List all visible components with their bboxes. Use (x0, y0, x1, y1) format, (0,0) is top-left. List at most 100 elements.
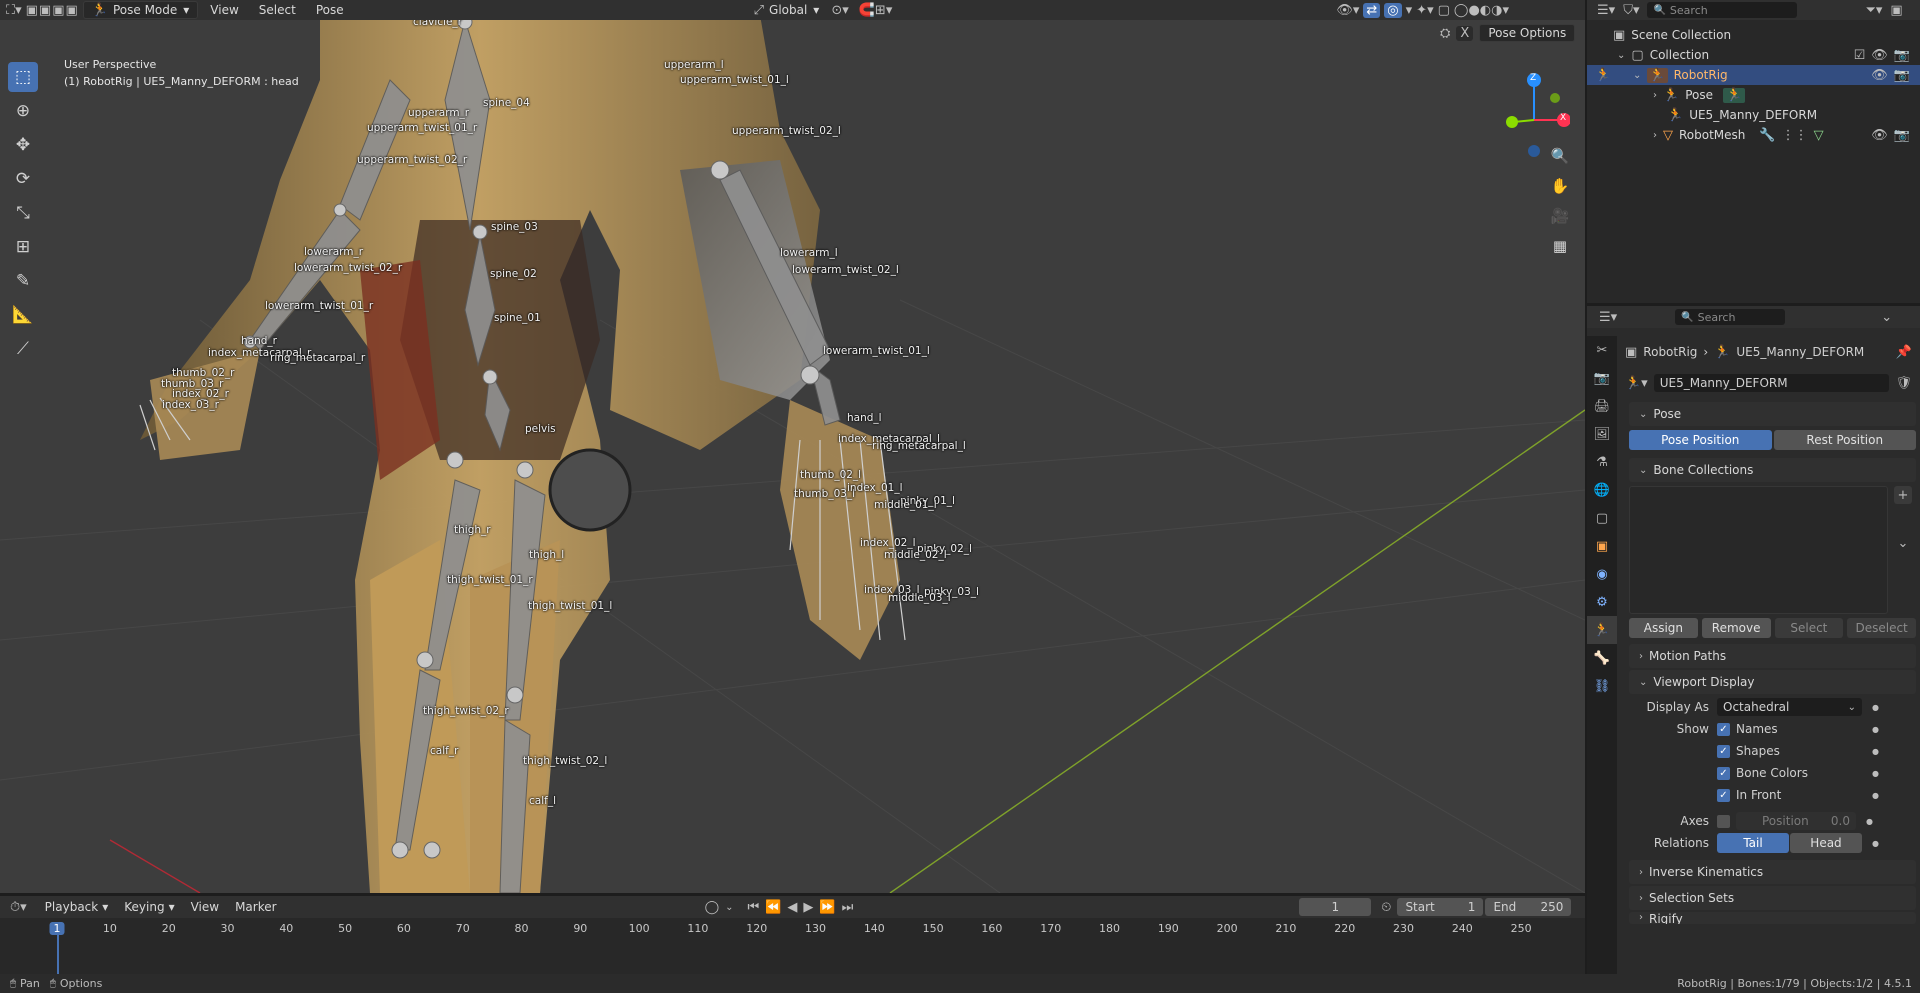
world-tab-icon[interactable]: 🌐 (1587, 476, 1617, 504)
armature-browse-icon[interactable]: 🏃▾ (1625, 376, 1648, 391)
eye-icon[interactable]: 👁 (1871, 48, 1888, 63)
menu-keying[interactable]: Keying ▾ (116, 898, 182, 916)
object-tab-icon[interactable]: ▣ (1587, 532, 1617, 560)
select-mode-icons[interactable]: ▣▣▣▣ (26, 3, 79, 18)
visibility-icon[interactable]: 👁▾ (1336, 3, 1359, 18)
checkbox-icon[interactable]: ☑ (1854, 48, 1866, 63)
camera-icon[interactable]: 📷 (1894, 128, 1910, 143)
keying-dropdown-icon[interactable]: ⌄ (725, 902, 733, 913)
animate-dot-icon[interactable]: ● (1872, 703, 1879, 712)
inverse-kinematics-header[interactable]: › Inverse Kinematics (1629, 860, 1916, 884)
time-icon[interactable]: ⏲ (1381, 900, 1391, 915)
tree-row-ue5-manny-deform[interactable]: 🏃 UE5_Manny_DEFORM (1587, 105, 1920, 125)
animate-dot-icon[interactable]: ● (1872, 769, 1879, 778)
measure-tool[interactable]: 📐 (8, 300, 38, 330)
chevron-right-icon[interactable]: › (1653, 130, 1657, 141)
chevron-right-icon[interactable]: › (1653, 90, 1657, 101)
animate-dot-icon[interactable]: ● (1872, 791, 1879, 800)
xray-icon[interactable]: ▢ (1438, 3, 1450, 18)
play-reverse-icon[interactable]: ◀ (787, 900, 797, 915)
transform-tool[interactable]: ⊞ (8, 232, 38, 262)
rotate-tool[interactable]: ⟳ (8, 164, 38, 194)
scene-tab-icon[interactable]: ⚗ (1587, 448, 1617, 476)
bone-collections-header[interactable]: ⌄ Bone Collections (1629, 458, 1916, 482)
selection-sets-header[interactable]: › Selection Sets (1629, 886, 1916, 910)
rest-position-button[interactable]: Rest Position (1773, 430, 1916, 450)
shading-icons[interactable]: ◯●◐◑▾ (1454, 3, 1509, 18)
zoom-icon[interactable]: 🔍 (1548, 144, 1572, 168)
menu-marker[interactable]: Marker (227, 898, 284, 916)
camera-icon[interactable]: 📷 (1894, 48, 1910, 63)
physics-tab-icon[interactable]: ◉ (1587, 560, 1617, 588)
bone-collections-list[interactable] (1629, 486, 1888, 614)
animate-dot-icon[interactable]: ● (1866, 817, 1873, 826)
bone-tab-icon[interactable]: 🦴 (1587, 644, 1617, 672)
prev-keyframe-icon[interactable]: ⏪ (765, 900, 781, 915)
eye-icon[interactable]: 👁 (1871, 68, 1888, 83)
in-front-checkbox[interactable]: ✓ (1717, 788, 1730, 802)
bone-overlay-icon[interactable]: ✦▾ (1416, 3, 1433, 18)
tree-row-collection[interactable]: ⌄ ▢ Collection ☑ 👁 📷 (1587, 45, 1920, 65)
armature-name-field[interactable]: UE5_Manny_DEFORM (1653, 374, 1890, 392)
chevron-down-icon[interactable]: ⌄ (1633, 70, 1641, 81)
bone-size-tool[interactable]: ⟋ (8, 334, 38, 364)
next-keyframe-icon[interactable]: ⏩ (819, 900, 835, 915)
select-box-tool[interactable]: ⬚ (8, 62, 38, 92)
tree-row-robotrig[interactable]: 🏃 ⌄ 🏃 RobotRig 👁 📷 (1587, 65, 1920, 85)
shapes-checkbox[interactable]: ✓ (1717, 744, 1730, 758)
menu-select[interactable]: Select (251, 1, 304, 19)
display-mode-icon[interactable]: ⛉▾ (1623, 3, 1639, 18)
axes-checkbox[interactable] (1717, 814, 1730, 828)
tree-row-pose[interactable]: › 🏃 Pose 🏃 (1587, 85, 1920, 105)
pose-options-dropdown[interactable]: Pose Options (1479, 24, 1576, 42)
new-collection-icon[interactable]: ▣ (1890, 3, 1902, 18)
animate-dot-icon[interactable]: ● (1872, 839, 1879, 848)
chevron-down-icon[interactable]: ⌄ (1617, 50, 1625, 61)
menu-pose[interactable]: Pose (308, 1, 352, 19)
jump-start-icon[interactable]: ⏮ (748, 900, 760, 915)
x-mirror-icon[interactable]: X (1456, 25, 1474, 41)
display-as-dropdown[interactable]: Octahedral ⌄ (1717, 698, 1862, 716)
gizmo-toggle-icon[interactable]: ⇄ (1363, 2, 1381, 18)
end-frame-field[interactable]: End 250 (1485, 898, 1572, 916)
select-button[interactable]: Select (1774, 618, 1844, 638)
render-tab-icon[interactable]: 📷 (1587, 364, 1617, 392)
outliner-search[interactable]: 🔍 Search (1647, 2, 1798, 18)
tool-settings-icon[interactable]: ⛭ (1440, 26, 1450, 41)
tree-row-robotmesh[interactable]: › ▽ RobotMesh 🔧 ⋮⋮ ▽ 👁 📷 (1587, 125, 1920, 145)
deselect-button[interactable]: Deselect (1847, 618, 1916, 638)
pan-hand-icon[interactable]: ✋ (1548, 174, 1572, 198)
collection-tab-icon[interactable]: ▢ (1587, 504, 1617, 532)
names-checkbox[interactable]: ✓ (1717, 722, 1730, 736)
armature-data-tab-icon[interactable]: 🏃 (1587, 616, 1617, 644)
transform-orientation-dropdown[interactable]: ⤢ Global ▾ (746, 1, 828, 19)
axes-position-field[interactable]: Position 0.0 (1736, 812, 1856, 830)
pin-icon[interactable]: 📌 (1896, 345, 1912, 360)
current-frame-field[interactable]: 1 (1299, 898, 1372, 916)
remove-button[interactable]: Remove (1701, 618, 1771, 638)
perspective-grid-icon[interactable]: ▦ (1548, 234, 1572, 258)
camera-icon[interactable]: 📷 (1894, 68, 1910, 83)
viewport-display-header[interactable]: ⌄ Viewport Display (1629, 670, 1916, 694)
relations-tail-button[interactable]: Tail (1717, 833, 1789, 853)
3d-viewport[interactable]: User Perspective (1) RobotRig | UE5_Mann… (0, 20, 1585, 893)
timeline-editor-icon[interactable]: ⏱▾ (10, 900, 27, 915)
start-frame-field[interactable]: Start 1 (1397, 898, 1484, 916)
editor-type-icon[interactable]: ⛶▾ (6, 3, 22, 18)
chevron-down-icon[interactable]: ⌄ (1881, 310, 1892, 325)
pivot-icon[interactable]: ⊙▾ (831, 3, 848, 18)
move-tool[interactable]: ✥ (8, 130, 38, 160)
tree-row-scene-collection[interactable]: ▣ Scene Collection (1587, 25, 1920, 45)
animate-dot-icon[interactable]: ● (1872, 725, 1879, 734)
overlays-dropdown-icon[interactable]: ▾ (1406, 3, 1413, 18)
mode-dropdown[interactable]: 🏃 Pose Mode ▾ (82, 1, 199, 19)
output-tab-icon[interactable]: 🖨 (1587, 392, 1617, 420)
specials-chevron-icon[interactable]: ⌄ (1894, 534, 1912, 552)
constraints-tab-icon[interactable]: ⚙ (1587, 588, 1617, 616)
filter-icon[interactable]: ⏷▾ (1865, 3, 1882, 18)
motion-paths-header[interactable]: › Motion Paths (1629, 644, 1916, 668)
properties-search[interactable]: 🔍 Search (1675, 309, 1786, 325)
eye-icon[interactable]: 👁 (1871, 128, 1888, 143)
camera-view-icon[interactable]: 🎥 (1548, 204, 1572, 228)
timeline-body[interactable]: 1 10 20 30 40 50 60 70 80 90 100 110 120 130 140 150 160… (0, 918, 1585, 974)
